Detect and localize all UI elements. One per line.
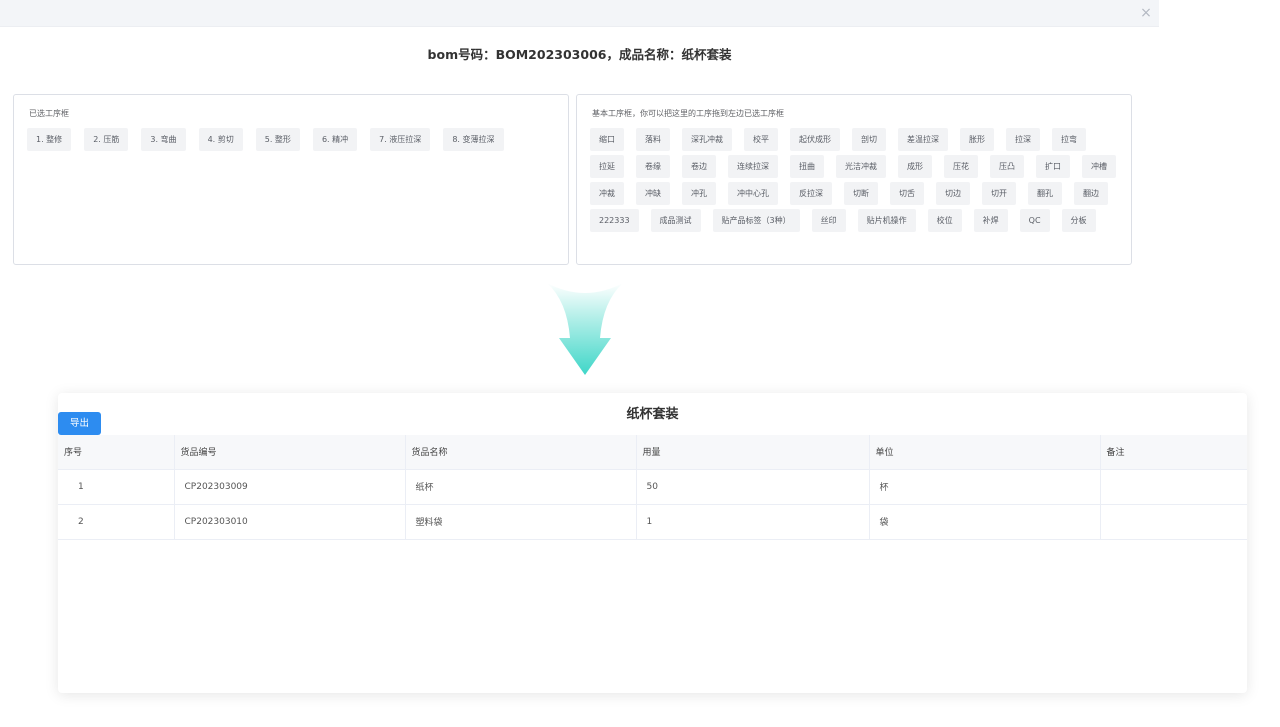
table-cell: 1 <box>58 469 175 505</box>
basic-process-chip[interactable]: 冲孔 <box>682 182 716 205</box>
basic-process-chip[interactable]: 胀形 <box>960 128 994 151</box>
basic-process-panel: 基本工序框，你可以把这里的工序拖到左边已选工序框 缩口 落料 深孔冲裁 校平 起伏成形剖… <box>576 94 1132 265</box>
table-cell: 塑料袋 <box>405 504 637 540</box>
basic-process-chip[interactable]: 冲中心孔 <box>728 182 778 205</box>
basic-process-chip[interactable]: 翻孔 <box>1028 182 1062 205</box>
selected-process-chip[interactable]: 3. 弯曲 <box>141 128 186 151</box>
basic-process-chip[interactable]: 校位 <box>927 209 962 232</box>
close-icon[interactable]: × <box>1138 5 1154 21</box>
basic-process-chip[interactable]: 贴产品标签（3种） <box>712 209 800 232</box>
basic-process-chip[interactable]: 落料 <box>636 128 670 151</box>
dialog-header: × <box>0 0 1159 27</box>
table-cell: 杯 <box>869 469 1101 505</box>
table-cell: 纸杯 <box>405 469 637 505</box>
selected-process-chip[interactable]: 5. 整形 <box>255 128 300 151</box>
selected-process-chip[interactable]: 7. 液压拉深 <box>370 128 431 151</box>
basic-process-chip[interactable]: 丝印 <box>811 209 846 232</box>
selected-process-chip[interactable]: 2. 压筋 <box>84 128 129 151</box>
column-header[interactable]: 用量 <box>636 435 870 470</box>
basic-process-chip[interactable]: 扩口 <box>1036 155 1070 178</box>
table-cell: CP202303009 <box>174 469 406 505</box>
basic-process-chip[interactable]: 差温拉深 <box>898 128 948 151</box>
basic-process-chip[interactable]: 冲裁 <box>590 182 624 205</box>
basic-process-chip[interactable]: 贴片机操作 <box>857 209 916 232</box>
basic-process-chip[interactable]: 扭曲 <box>790 155 824 178</box>
selected-process-chip[interactable]: 1. 整修 <box>27 128 72 151</box>
selected-process-chip[interactable]: 8. 变薄拉深 <box>443 128 504 151</box>
basic-process-chip[interactable]: 成形 <box>898 155 932 178</box>
table-body: 1 CP202303009 纸杯 50 杯 2 CP202303010 塑料袋 1 袋 <box>58 469 1247 540</box>
basic-process-chip[interactable]: 分板 <box>1061 209 1096 232</box>
basic-process-chip[interactable]: 翻边 <box>1074 182 1108 205</box>
table-row[interactable]: 2 CP202303010 塑料袋 1 袋 <box>58 504 1247 540</box>
table-cell: 袋 <box>869 504 1101 540</box>
bom-table: 序号 货品编号 货品名称 用量 单位 备注 1 CP202303009 纸杯 50 杯 2 CP202… <box>58 435 1247 540</box>
basic-process-chip[interactable]: 连续拉深 <box>728 155 778 178</box>
basic-process-chip[interactable]: 剖切 <box>852 128 886 151</box>
result-card: 纸杯套装 导出 序号 货品编号 货品名称 用量 单位 备注 1 CP202303009 纸杯 5… <box>58 393 1247 693</box>
column-header[interactable]: 货品名称 <box>405 435 637 470</box>
table-cell: 50 <box>636 469 870 505</box>
basic-process-list: 缩口 落料 深孔冲裁 校平 起伏成形 剖切 差温拉深 胀形 拉深 拉弯拉延 卷缘 卷边 连续拉深 扭曲 光洁… <box>590 128 1121 232</box>
basic-process-chip[interactable]: 反拉深 <box>790 182 832 205</box>
basic-process-chip[interactable]: 切舌 <box>890 182 924 205</box>
basic-process-chip[interactable]: 深孔冲裁 <box>682 128 732 151</box>
selected-process-chip[interactable]: 6. 精冲 <box>312 128 358 151</box>
basic-process-chip[interactable]: 校平 <box>744 128 778 151</box>
export-button[interactable]: 导出 <box>58 412 101 435</box>
basic-process-chip[interactable]: 拉弯 <box>1052 128 1086 151</box>
basic-process-chip[interactable]: 压花 <box>944 155 978 178</box>
basic-process-chip[interactable]: 222333 <box>590 209 639 232</box>
table-cell: 2 <box>58 504 175 540</box>
result-title: 纸杯套装 <box>626 407 679 422</box>
basic-process-chip[interactable]: 卷缘 <box>636 155 670 178</box>
table-cell <box>1100 469 1247 505</box>
basic-process-chip[interactable]: 冲缺 <box>636 182 670 205</box>
basic-process-chip[interactable]: 缩口 <box>590 128 624 151</box>
arrow-down-icon <box>547 283 623 375</box>
column-header[interactable]: 序号 <box>58 435 175 470</box>
table-cell: CP202303010 <box>174 504 406 540</box>
table-cell: 1 <box>636 504 870 540</box>
selected-process-panel: 已选工序框 1. 整修 2. 压筋 3. 弯曲 4. 剪切 5. 整形 6. 精冲 7. 液… <box>13 94 569 265</box>
basic-process-chip[interactable]: QC <box>1019 209 1050 232</box>
column-header[interactable]: 备注 <box>1100 435 1247 470</box>
basic-process-chip[interactable]: 切断 <box>844 182 878 205</box>
basic-process-chip[interactable]: 起伏成形 <box>790 128 840 151</box>
basic-process-chip[interactable]: 切边 <box>936 182 970 205</box>
selected-panel-label: 已选工序框 <box>29 109 69 118</box>
basic-process-chip[interactable]: 拉深 <box>1006 128 1040 151</box>
table-row[interactable]: 1 CP202303009 纸杯 50 杯 <box>58 469 1247 505</box>
column-header[interactable]: 货品编号 <box>174 435 406 470</box>
bom-header: bom号码：BOM202303006，成品名称：纸杯套装 <box>427 47 732 62</box>
basic-process-chip[interactable]: 成品测试 <box>650 209 701 232</box>
basic-panel-label: 基本工序框，你可以把这里的工序拖到左边已选工序框 <box>592 109 784 118</box>
basic-process-chip[interactable]: 冲槽 <box>1082 155 1116 178</box>
basic-process-chip[interactable]: 卷边 <box>682 155 716 178</box>
column-header[interactable]: 单位 <box>869 435 1101 470</box>
basic-process-chip[interactable]: 光洁冲裁 <box>836 155 886 178</box>
selected-process-list: 1. 整修 2. 压筋 3. 弯曲 4. 剪切 5. 整形 6. 精冲 7. 液压拉深 8. … <box>27 128 558 151</box>
basic-process-chip[interactable]: 拉延 <box>590 155 624 178</box>
table-cell <box>1100 504 1247 540</box>
basic-process-chip[interactable]: 补焊 <box>973 209 1008 232</box>
basic-process-chip[interactable]: 压凸 <box>990 155 1024 178</box>
selected-process-chip[interactable]: 4. 剪切 <box>198 128 243 151</box>
table-header-row: 序号 货品编号 货品名称 用量 单位 备注 <box>58 435 1247 470</box>
basic-process-chip[interactable]: 切开 <box>982 182 1016 205</box>
